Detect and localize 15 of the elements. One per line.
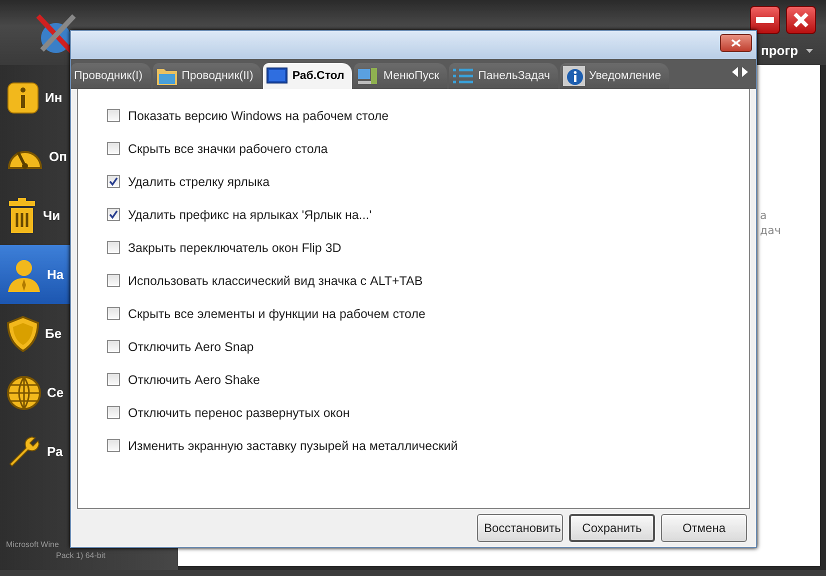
option-label: Удалить префикс на ярлыках 'Ярлык на...' — [128, 208, 372, 222]
option-label: Отключить перенос развернутых окон — [128, 406, 350, 420]
option-label: Изменить экранную заставку пузырей на металлический — [128, 438, 458, 452]
option-label: Использовать классический вид значка с ALT+TAB — [128, 274, 423, 288]
version-text: Pack 1) 64-bit — [56, 551, 106, 560]
option-label: Удалить стрелку ярлыка — [128, 174, 270, 188]
option-label: Отключить Aero Snap — [128, 340, 254, 354]
version-text: Microsoft Wine — [6, 540, 59, 549]
description-text: дач — [760, 223, 781, 238]
description-text: а — [760, 208, 767, 223]
option-label: Скрыть все элементы и функции на рабочем столе — [128, 306, 426, 320]
option-label: Отключить Aero Shake — [128, 372, 260, 386]
option-label: Скрыть все значки рабочего стола — [128, 142, 328, 156]
option-label: Показать версию Windows на рабочем столе — [128, 108, 389, 122]
option-label: Закрыть переключатель окон Flip 3D — [128, 240, 342, 254]
